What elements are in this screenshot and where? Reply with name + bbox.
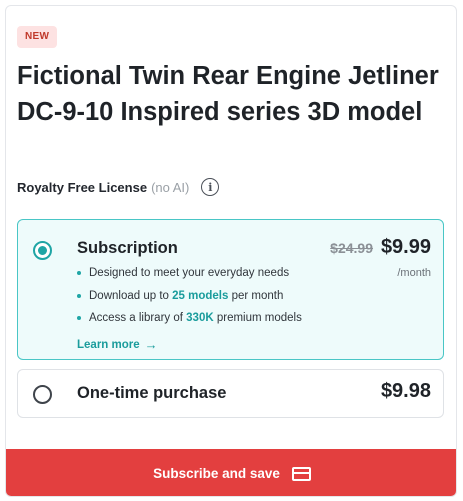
one-time-option[interactable]: One-time purchase $9.98: [17, 369, 444, 418]
feature-list: Designed to meet your everyday needs Dow…: [77, 265, 302, 333]
subscription-label: Subscription: [77, 239, 178, 257]
subscribe-button[interactable]: Subscribe and save: [6, 449, 456, 496]
feature-item: Download up to 25 models per month: [77, 288, 302, 311]
feature-item: Access a library of 330K premium models: [77, 310, 302, 333]
subscribe-button-label: Subscribe and save: [153, 466, 280, 481]
license-note: (no AI): [151, 179, 190, 195]
model-title: Fictional Twin Rear Engine Jetliner DC-9…: [17, 62, 439, 126]
new-badge: NEW: [17, 26, 58, 48]
subscription-period: /month: [397, 267, 431, 279]
feature-item: Designed to meet your everyday needs: [77, 265, 302, 288]
subscription-radio[interactable]: [33, 241, 52, 260]
license-row: Royalty Free License (no AI) i: [17, 177, 220, 197]
license-name: Royalty Free License: [17, 179, 148, 195]
info-icon[interactable]: i: [201, 178, 220, 196]
one-time-radio[interactable]: [33, 385, 52, 404]
purchase-panel: NEW Fictional Twin Rear Engine Jetliner …: [5, 5, 457, 497]
subscription-price: $9.99: [380, 236, 431, 258]
subscription-option[interactable]: Subscription $24.99 $9.99 /month Designe…: [17, 219, 444, 360]
learn-more-link[interactable]: Learn more →: [77, 337, 158, 352]
arrow-right-icon: →: [144, 337, 158, 352]
credit-card-icon: [291, 466, 311, 481]
one-time-label: One-time purchase: [77, 384, 227, 402]
subscription-old-price: $24.99: [330, 240, 373, 256]
one-time-price: $9.98: [380, 380, 431, 402]
